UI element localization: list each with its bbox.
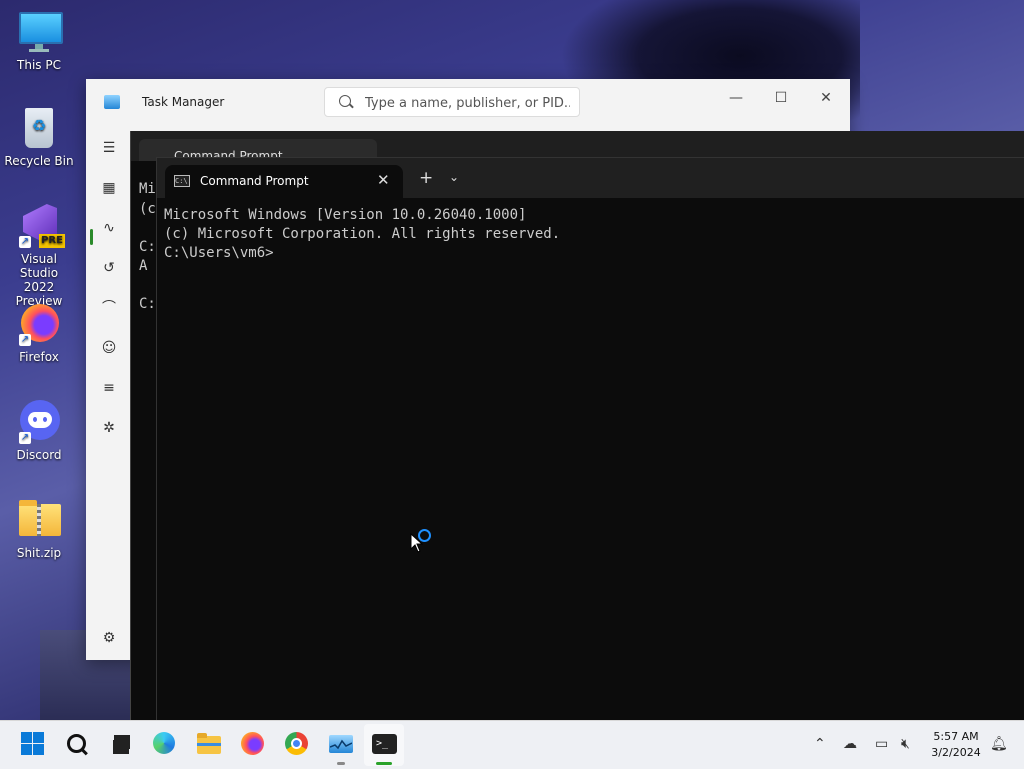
taskbar: >_ ⌃ ☁ ▭ 🔇︎ 5:57 AM 3/2/2024 🔔︎ [0, 720, 1024, 769]
desktop-icon-discord[interactable]: ↗ Discord [4, 400, 74, 462]
start-icon[interactable] [20, 731, 46, 757]
task-view-icon[interactable] [106, 731, 132, 757]
activity-graph-icon [330, 739, 352, 750]
terminal-icon[interactable]: >_ [372, 731, 398, 757]
processes-icon[interactable]: ▦ [100, 179, 118, 197]
desktop-icon-label: Recycle Bin [4, 154, 74, 168]
desktop-icon-label: Discord [16, 448, 62, 462]
firefox-icon: ↗ [17, 302, 61, 346]
command-prompt-icon: C:\ [174, 175, 190, 187]
shortcut-arrow-icon: ↗ [19, 236, 31, 248]
task-manager-icon[interactable] [328, 731, 354, 757]
task-manager-logo-icon [104, 95, 120, 109]
desktop-icon-firefox[interactable]: ↗ Firefox [4, 302, 74, 364]
console-output[interactable]: Microsoft Windows [Version 10.0.26040.10… [164, 206, 560, 263]
tab-title: Command Prompt [200, 174, 309, 188]
desktop-icon-recycle-bin[interactable]: ♻ Recycle Bin [4, 106, 74, 168]
startup-apps-icon[interactable]: ⌒ [100, 299, 118, 317]
onedrive-icon[interactable]: ☁ [843, 736, 857, 752]
console-line: Mi [139, 181, 156, 197]
maximize-button[interactable]: ☐ [759, 85, 803, 111]
close-button[interactable]: ✕ [804, 85, 848, 111]
details-icon[interactable]: ≡ [100, 379, 118, 397]
chevron-up-icon[interactable]: ⌃ [814, 736, 826, 752]
discord-icon: ↗ [17, 400, 61, 444]
desktop-icon-label: This PC [17, 58, 61, 72]
active-indicator [90, 229, 93, 245]
console-line: A [139, 258, 148, 274]
tab-close-icon[interactable]: ✕ [377, 171, 390, 189]
tab-command-prompt[interactable]: C:\ Command Prompt ✕ [165, 165, 403, 198]
app-history-icon[interactable]: ↺ [100, 259, 118, 277]
settings-icon[interactable]: ⚙ [100, 629, 118, 647]
dropdown-button[interactable]: ⌄ [449, 170, 459, 184]
desktop-icon-this-pc[interactable]: This PC [4, 10, 74, 72]
notification-bell-icon[interactable]: 🔔︎ [990, 736, 1008, 752]
console-line: (c [139, 201, 156, 217]
minimize-button[interactable]: — [714, 85, 758, 111]
desktop-icon-label: Firefox [19, 350, 59, 364]
desktop-icon-label: Shit.zip [16, 546, 62, 560]
desktop-icon-visual-studio[interactable]: PRE ↗ Visual Studio 2022 Preview [4, 204, 74, 308]
new-tab-button[interactable]: + [419, 168, 433, 188]
shortcut-arrow-icon: ↗ [19, 334, 31, 346]
busy-spinner-icon [418, 529, 431, 542]
active-indicator [376, 762, 392, 765]
hamburger-menu-icon[interactable]: ☰ [100, 139, 118, 157]
shortcut-arrow-icon: ↗ [19, 432, 31, 444]
console-line: C: [139, 239, 156, 255]
pre-badge: PRE [39, 234, 65, 248]
users-icon[interactable]: ☺ [100, 339, 118, 357]
console-line: (c) Microsoft Corporation. All rights re… [164, 226, 561, 242]
tab-bar: C:\ Command Prompt ✕ + ⌄ [157, 158, 1024, 198]
console-prompt: C:\Users\vm6> [164, 245, 274, 261]
search-box[interactable] [324, 87, 580, 117]
performance-icon[interactable]: ∿ [100, 219, 118, 237]
desktop-icon-shit-zip[interactable]: Shit.zip [4, 498, 74, 560]
chrome-icon[interactable] [284, 731, 310, 757]
desktop-icon-label: Visual Studio 2022 Preview [15, 252, 63, 308]
console-line: C: [139, 296, 156, 312]
services-icon[interactable]: ✲ [100, 419, 118, 437]
terminal-window: C:\ Command Prompt ✕ + ⌄ Microsoft Windo… [156, 157, 1024, 721]
search-icon[interactable] [64, 731, 90, 757]
running-indicator [337, 762, 345, 765]
volume-icon[interactable]: 🔇︎ [901, 736, 910, 752]
clock-time: 5:57 AM [933, 730, 979, 743]
file-explorer-icon[interactable] [196, 731, 222, 757]
clock[interactable]: 5:57 AM 3/2/2024 [926, 729, 986, 761]
zip-folder-icon [17, 498, 61, 542]
recycle-bin-icon: ♻ [17, 106, 61, 150]
monitor-icon [17, 10, 63, 54]
search-input[interactable] [363, 93, 572, 113]
network-icon[interactable]: ▭ [875, 736, 888, 752]
firefox-icon[interactable] [240, 731, 266, 757]
window-title: Task Manager [142, 95, 225, 109]
search-icon [339, 95, 351, 107]
clock-date: 3/2/2024 [931, 746, 981, 759]
edge-icon[interactable] [152, 731, 178, 757]
console-line: Microsoft Windows [Version 10.0.26040.10… [164, 207, 527, 223]
visual-studio-icon: PRE ↗ [17, 204, 65, 248]
